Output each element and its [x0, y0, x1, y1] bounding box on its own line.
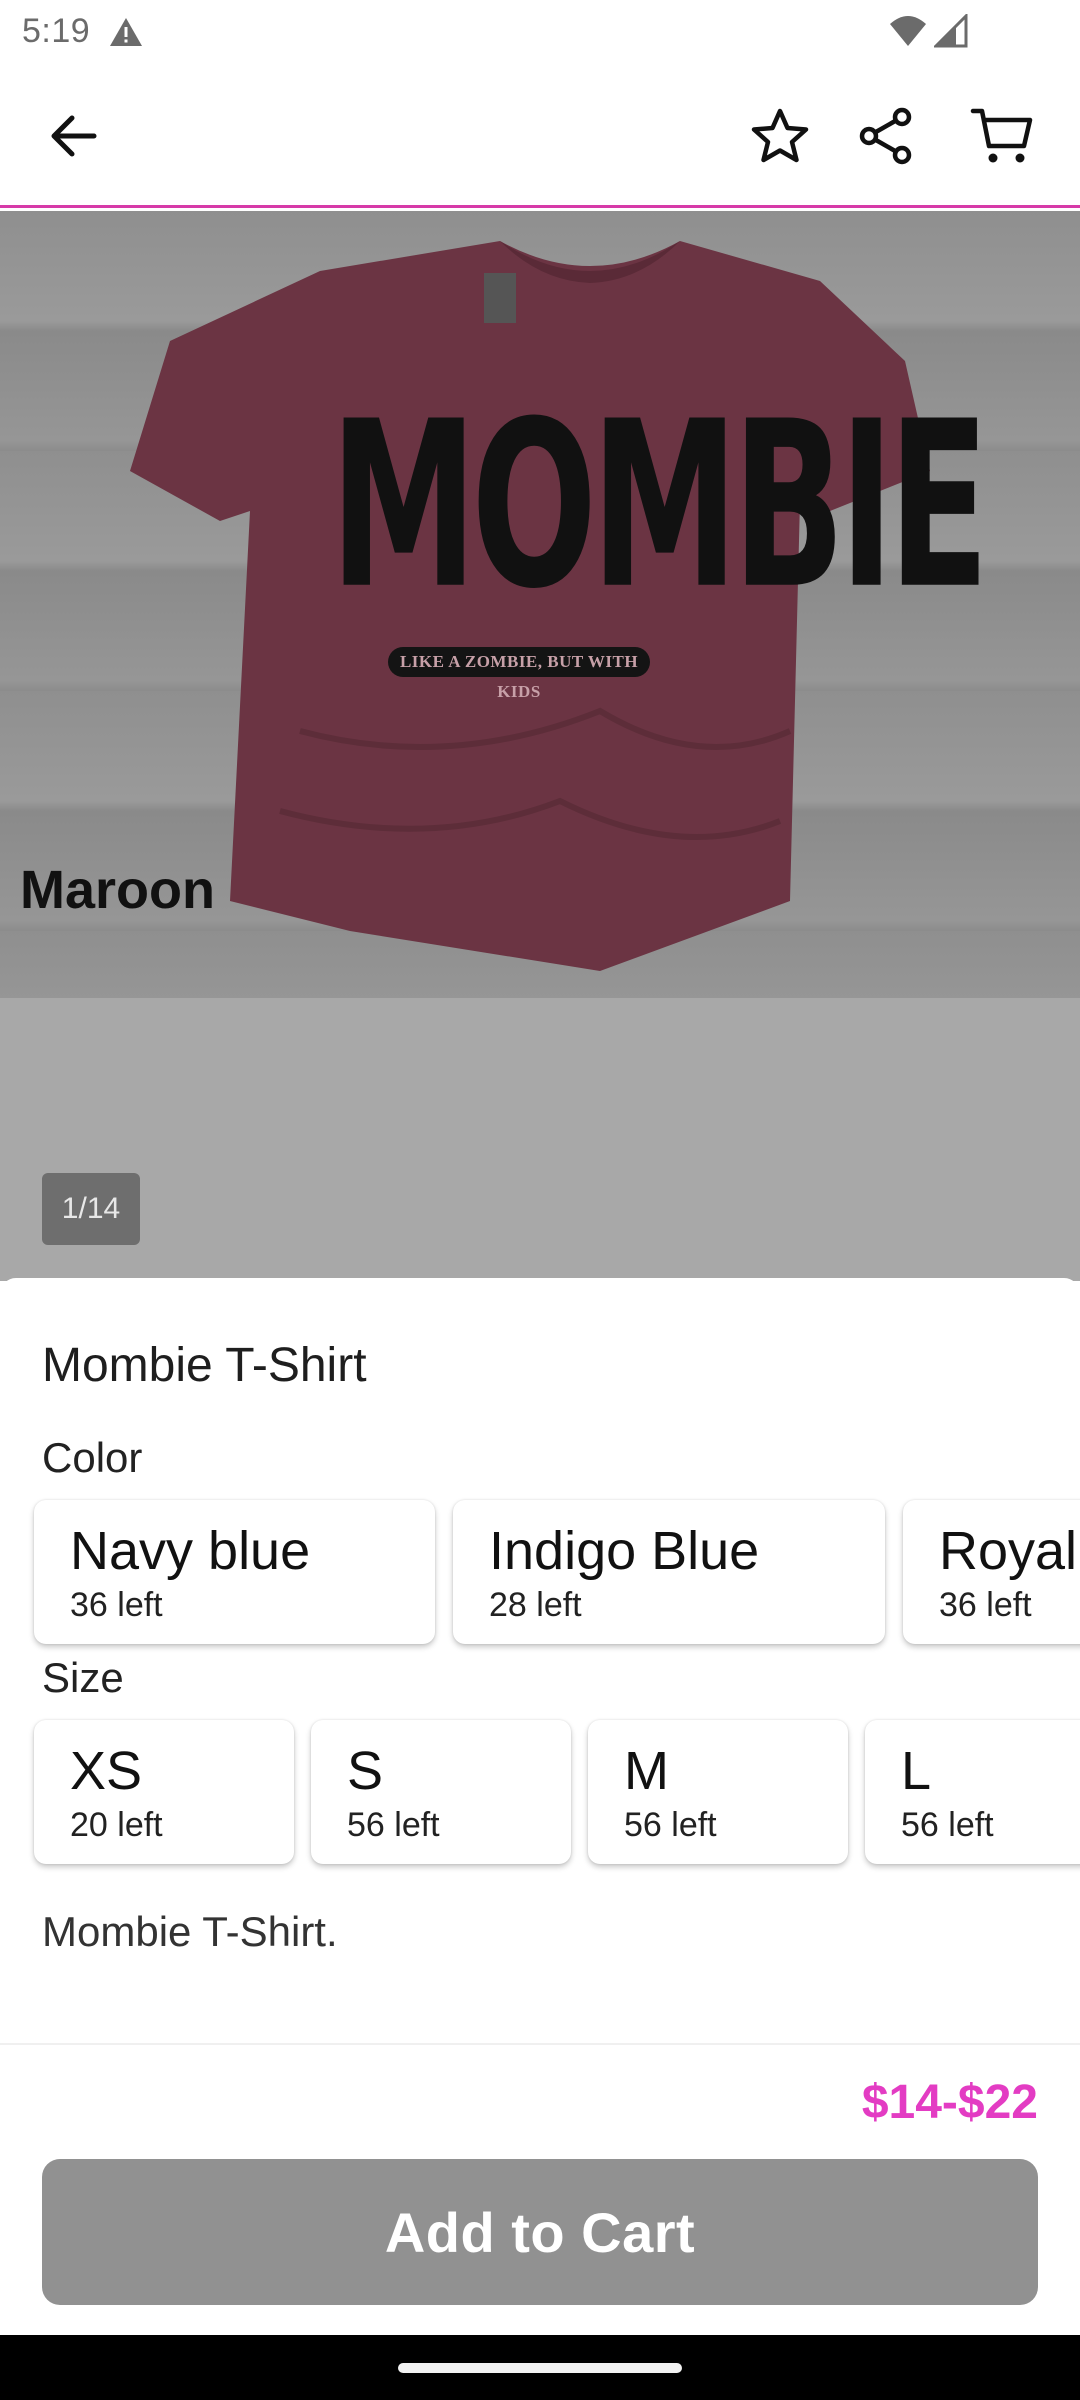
- favorite-button[interactable]: [740, 96, 820, 176]
- share-icon: [859, 107, 912, 165]
- option-name: Royal: [939, 1521, 1078, 1581]
- option-name: Indigo Blue: [489, 1521, 760, 1581]
- product-details-sheet: Mombie T-Shirt Color Navy blue 36 left I…: [0, 1278, 1080, 2043]
- size-option-s[interactable]: S 56 left: [311, 1720, 571, 1864]
- price-range: $14-$22: [861, 2076, 1038, 2129]
- shirt-print-subtext: LIKE A ZOMBIE, BUT WITH KIDS: [388, 647, 650, 701]
- color-section-label: Color: [42, 1434, 143, 1481]
- home-indicator[interactable]: [398, 2363, 682, 2373]
- warning-icon: [110, 18, 142, 46]
- product-description: Mombie T-Shirt.: [42, 1908, 338, 1955]
- wifi-icon: [890, 16, 926, 46]
- size-option-xs[interactable]: XS 20 left: [34, 1720, 294, 1864]
- color-option-indigo-blue[interactable]: Indigo Blue 28 left: [453, 1500, 885, 1644]
- image-page-indicator: 1/14: [42, 1173, 140, 1245]
- arrow-back-icon: [51, 115, 97, 157]
- color-option-navy-blue[interactable]: Navy blue 36 left: [34, 1500, 435, 1644]
- option-name: M: [624, 1741, 669, 1801]
- cell-signal-icon: [934, 14, 968, 48]
- option-stock: 56 left: [624, 1806, 717, 1844]
- status-bar: 5:19: [0, 0, 1080, 66]
- size-option-l[interactable]: L 56 left: [865, 1720, 1080, 1864]
- option-name: S: [347, 1741, 384, 1801]
- color-option-royal[interactable]: Royal 36 left: [903, 1500, 1080, 1644]
- back-button[interactable]: [30, 96, 118, 176]
- option-stock: 56 left: [347, 1806, 440, 1844]
- option-name: L: [901, 1741, 932, 1801]
- product-image-gallery[interactable]: MOMBIE LIKE A ZOMBIE, BUT WITH KIDS Maro…: [0, 211, 1080, 1281]
- cart-icon: [970, 108, 1033, 163]
- system-nav-bar: [0, 2335, 1080, 2400]
- shirt-print-text: MOMBIE: [330, 372, 989, 639]
- add-to-cart-button[interactable]: Add to Cart: [42, 2159, 1038, 2305]
- color-options[interactable]: Navy blue 36 left Indigo Blue 28 left Ro…: [0, 1500, 1080, 1650]
- option-name: Navy blue: [70, 1521, 311, 1581]
- option-stock: 28 left: [489, 1586, 582, 1624]
- product-title: Mombie T-Shirt: [42, 1339, 367, 1392]
- option-stock: 56 left: [901, 1806, 994, 1844]
- top-app-bar: [0, 66, 1080, 208]
- option-stock: 36 left: [939, 1586, 1032, 1624]
- option-stock: 36 left: [70, 1586, 163, 1624]
- purchase-footer: $14-$22 Add to Cart: [0, 2043, 1080, 2335]
- product-photo: MOMBIE LIKE A ZOMBIE, BUT WITH KIDS Maro…: [0, 211, 1080, 998]
- option-name: XS: [70, 1741, 143, 1801]
- cart-button[interactable]: [958, 96, 1046, 176]
- size-option-m[interactable]: M 56 left: [588, 1720, 848, 1864]
- share-button[interactable]: [846, 96, 926, 176]
- size-options[interactable]: XS 20 left S 56 left M 56 left L 56 left: [0, 1720, 1080, 1870]
- status-time: 5:19: [22, 12, 91, 50]
- size-section-label: Size: [42, 1654, 124, 1701]
- option-stock: 20 left: [70, 1806, 163, 1844]
- star-outline-icon: [751, 108, 809, 163]
- color-caption: Maroon: [20, 860, 215, 920]
